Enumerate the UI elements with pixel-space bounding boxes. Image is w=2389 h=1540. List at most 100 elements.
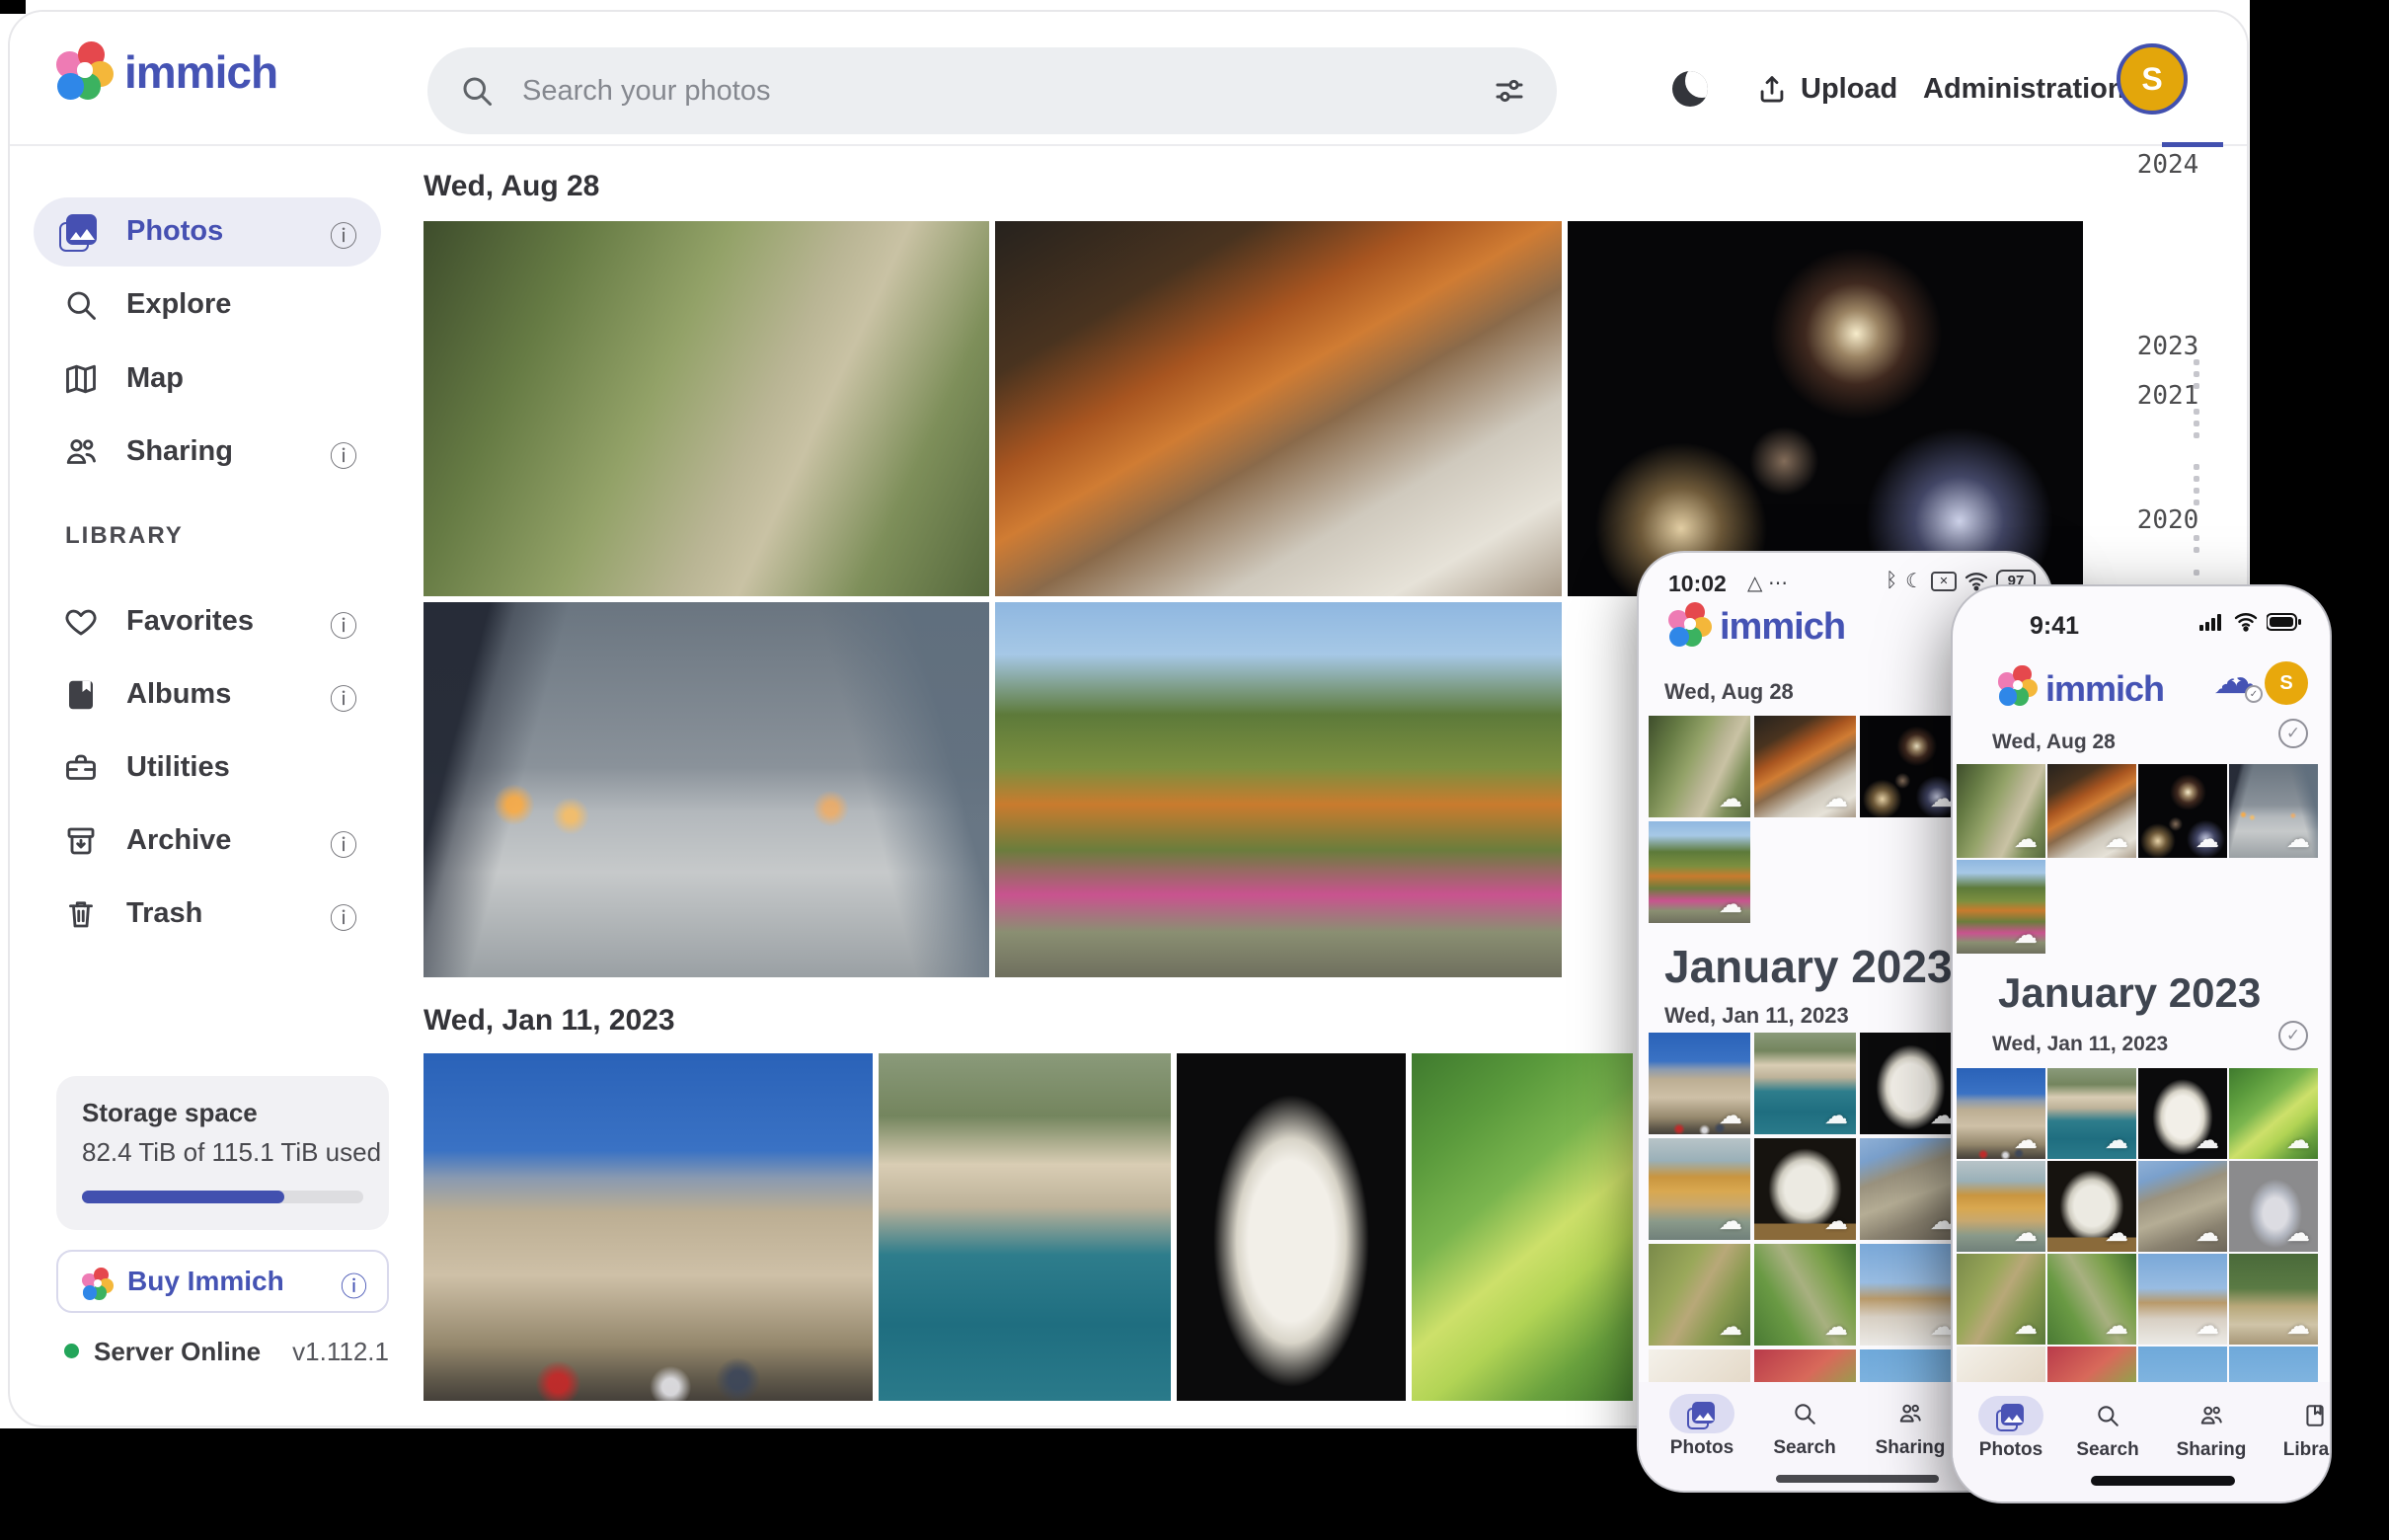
photo-winter[interactable]: ☁ bbox=[2138, 1254, 2227, 1345]
photo-berries[interactable] bbox=[1412, 1053, 1633, 1401]
info-icon[interactable]: ⓘ bbox=[330, 824, 357, 864]
sidebar-item-trash[interactable]: Trashⓘ bbox=[10, 880, 405, 949]
photo-bust[interactable]: ☁ bbox=[1860, 1033, 1962, 1134]
user-avatar[interactable]: S bbox=[2117, 43, 2188, 115]
buy-immich-button[interactable]: Buy Immich ⓘ bbox=[56, 1250, 389, 1313]
upload-button[interactable]: Upload bbox=[1755, 63, 1897, 115]
photo-cliff[interactable]: ☁ bbox=[1649, 1138, 1750, 1240]
people-icon bbox=[1878, 1394, 1943, 1433]
photo-lizard2[interactable]: ☁ bbox=[2047, 1254, 2136, 1345]
photo-fort[interactable]: ☁ bbox=[1649, 1033, 1750, 1134]
sidebar-item-favorites[interactable]: Favoritesⓘ bbox=[10, 587, 405, 656]
photo-zoo[interactable]: ☁ bbox=[1957, 764, 2045, 858]
cloud-backup-icon: ☁ bbox=[1719, 785, 1742, 813]
photo-lizard2[interactable]: ☁ bbox=[1754, 1244, 1856, 1346]
photo-autumn[interactable]: ☁ bbox=[1649, 821, 1750, 923]
select-all-check-icon[interactable]: ✓ bbox=[2278, 1021, 2308, 1050]
photo-cliff[interactable]: ☁ bbox=[1957, 1161, 2045, 1252]
phone2-tab-sharing[interactable]: Sharing bbox=[2164, 1396, 2259, 1461]
administration-link[interactable]: Administration bbox=[1923, 63, 2125, 115]
sidebar-item-archive[interactable]: Archiveⓘ bbox=[10, 807, 405, 876]
search-bar[interactable] bbox=[427, 47, 1557, 134]
photo-bust[interactable] bbox=[1177, 1053, 1406, 1401]
photo-winter[interactable]: ☁ bbox=[1860, 1244, 1962, 1346]
photo-bust[interactable]: ☁ bbox=[2138, 1068, 2227, 1159]
status-icons bbox=[2199, 612, 2302, 632]
dark-mode-toggle-icon[interactable] bbox=[1672, 71, 1708, 107]
photo-autumn[interactable]: ☁ bbox=[1957, 860, 2045, 954]
phone2-tab-search[interactable]: Search bbox=[2060, 1396, 2155, 1461]
sidebar-item-albums[interactable]: Albumsⓘ bbox=[10, 660, 405, 730]
filter-sliders-icon[interactable] bbox=[1492, 73, 1527, 109]
info-icon[interactable]: ⓘ bbox=[330, 678, 357, 718]
timeline-year[interactable]: 2024 bbox=[2128, 150, 2207, 180]
cloud-sync-icon[interactable]: ☁✦✓ bbox=[2213, 663, 2265, 703]
photo-rock[interactable]: ☁ bbox=[2047, 1161, 2136, 1252]
phone1-tab-photos[interactable]: Photos bbox=[1655, 1394, 1749, 1459]
photo-trophy[interactable]: ☁ bbox=[2229, 1161, 2318, 1252]
status-time: 9:41 bbox=[2030, 612, 2079, 641]
cloud-backup-icon: ☁ bbox=[2196, 1126, 2219, 1155]
user-avatar[interactable]: S bbox=[2265, 661, 2308, 705]
photo-lizard1[interactable]: ☁ bbox=[1649, 1244, 1750, 1346]
photo-bloom[interactable]: ☁ bbox=[1649, 1349, 1750, 1382]
photo-lizard1[interactable]: ☁ bbox=[1957, 1254, 2045, 1345]
photo-fireworks[interactable] bbox=[1568, 221, 2083, 596]
phone2-tab-library[interactable]: Library bbox=[2268, 1396, 2332, 1461]
screenshot-canvas: immich Upload Administration S LIBRARY P… bbox=[0, 0, 2389, 1540]
photo-hands[interactable] bbox=[424, 602, 989, 977]
home-indicator[interactable] bbox=[2091, 1476, 2235, 1486]
photo-rock[interactable]: ☁ bbox=[1754, 1138, 1856, 1240]
photo-coast[interactable]: ☁ bbox=[1754, 1033, 1856, 1134]
photo-dinner[interactable] bbox=[995, 221, 1562, 596]
photo-hands[interactable]: ☁ bbox=[2229, 764, 2318, 858]
photo-sky[interactable]: ☁ bbox=[1860, 1349, 1962, 1382]
photo-sky[interactable]: ☁ bbox=[2138, 1347, 2227, 1382]
photo-dinner[interactable]: ☁ bbox=[2047, 764, 2136, 858]
photo-bloom[interactable]: ☁ bbox=[1957, 1347, 2045, 1382]
photo-dinner[interactable]: ☁ bbox=[1754, 716, 1856, 817]
photo-red[interactable]: ☁ bbox=[1754, 1349, 1856, 1382]
timeline-year[interactable]: 2020 bbox=[2128, 505, 2207, 535]
photo-autumn[interactable] bbox=[995, 602, 1562, 977]
search-icon bbox=[459, 73, 495, 109]
sidebar-item-map[interactable]: Map bbox=[10, 345, 405, 414]
info-icon[interactable]: ⓘ bbox=[330, 435, 357, 475]
photo-fireworks[interactable]: ☁ bbox=[1860, 716, 1962, 817]
photo-zoo[interactable] bbox=[424, 221, 989, 596]
home-indicator[interactable] bbox=[1776, 1475, 1939, 1483]
photo-sky[interactable]: ☁ bbox=[2229, 1347, 2318, 1382]
sidebar-item-explore[interactable]: Explore bbox=[10, 270, 405, 340]
timeline-tick bbox=[2194, 432, 2199, 438]
photo-ruins[interactable]: ☁ bbox=[1860, 1138, 1962, 1240]
sidebar-item-photos[interactable]: Photosⓘ bbox=[10, 197, 405, 267]
timeline-year[interactable]: 2023 bbox=[2128, 332, 2207, 361]
info-icon[interactable]: ⓘ bbox=[330, 897, 357, 937]
photo-red[interactable]: ☁ bbox=[2047, 1347, 2136, 1382]
sidebar-item-sharing[interactable]: Sharingⓘ bbox=[10, 418, 405, 487]
photo-coast[interactable] bbox=[879, 1053, 1171, 1401]
photo-fort[interactable]: ☁ bbox=[1957, 1068, 2045, 1159]
timeline-position-indicator[interactable] bbox=[2162, 142, 2223, 147]
cloud-backup-icon: ☁ bbox=[2286, 1126, 2310, 1155]
phone1-tab-sharing[interactable]: Sharing bbox=[1863, 1394, 1958, 1459]
phone2-tab-photos[interactable]: Photos bbox=[1964, 1396, 2058, 1461]
select-all-check-icon[interactable]: ✓ bbox=[2278, 719, 2308, 748]
dnd-moon-icon: ☾ bbox=[1905, 569, 1923, 593]
info-icon[interactable]: ⓘ bbox=[330, 215, 357, 255]
bluetooth-icon: ᛒ bbox=[1886, 570, 1897, 592]
photo-farm[interactable]: ☁ bbox=[2229, 1254, 2318, 1345]
cloud-backup-icon: ☁ bbox=[1719, 890, 1742, 919]
phone1-tab-search[interactable]: Search bbox=[1757, 1394, 1852, 1459]
photo-coast[interactable]: ☁ bbox=[2047, 1068, 2136, 1159]
photo-zoo[interactable]: ☁ bbox=[1649, 716, 1750, 817]
info-icon[interactable]: ⓘ bbox=[330, 605, 357, 645]
upload-label: Upload bbox=[1801, 73, 1897, 106]
search-input[interactable] bbox=[522, 47, 1450, 134]
info-icon[interactable]: ⓘ bbox=[341, 1266, 367, 1304]
photo-ruins[interactable]: ☁ bbox=[2138, 1161, 2227, 1252]
sidebar-item-utilities[interactable]: Utilities bbox=[10, 733, 405, 803]
photo-fort[interactable] bbox=[424, 1053, 873, 1401]
photo-fireworks[interactable]: ☁ bbox=[2138, 764, 2227, 858]
photo-berries[interactable]: ☁ bbox=[2229, 1068, 2318, 1159]
